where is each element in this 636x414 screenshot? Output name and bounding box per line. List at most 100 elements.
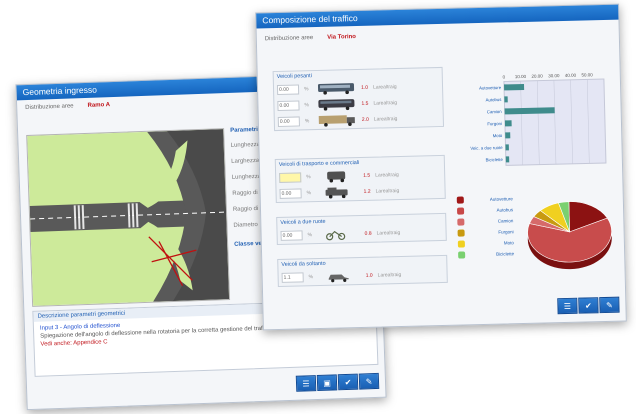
ok-button[interactable]: ✔	[337, 373, 359, 391]
legend-label: Moto	[503, 240, 514, 246]
pie-chart-area: Autovetture Autobus Camion Furgoni Moto Bicic…	[456, 185, 619, 289]
vehicle-group-two-wheel: Veicoli a due ruote 0.00 % 0.8 Larealtra…	[276, 212, 447, 246]
geometry-subtitle-label: Distribuzione aree	[25, 102, 74, 111]
unit-label: %	[307, 232, 313, 239]
row-tag: Larealtraig	[375, 172, 399, 179]
legend-label: Biciclette	[496, 251, 515, 257]
save-button[interactable]: ▣	[316, 374, 338, 392]
percent-input[interactable]: 1.1	[281, 272, 304, 283]
pie-legend: Autovetture Autobus Camion Furgoni Moto Bicic…	[456, 193, 515, 260]
composition-bar-chart: 0 10.00 20.00 30.00 40.00 50.00 Autovetture Aut…	[470, 72, 607, 166]
geometry-button-bar: ☰ ▣ ✔ ✎	[295, 372, 380, 392]
edit-icon: ✎	[365, 376, 373, 386]
param-label: Lunghezza	[231, 173, 262, 181]
ok-button[interactable]: ✔	[578, 297, 599, 314]
unit-label: %	[304, 102, 309, 109]
legend-swatch	[457, 229, 465, 237]
pickup-icon	[325, 187, 348, 199]
x-tick-label: 30.00	[548, 73, 560, 78]
edit-button[interactable]: ✎	[599, 296, 620, 314]
van-icon	[327, 171, 346, 183]
list-icon: ☰	[302, 378, 310, 389]
legend-swatch	[457, 240, 465, 248]
percent-value: 2.0	[361, 116, 369, 123]
category-label: Biciclette	[486, 157, 504, 162]
vehicle-group-cars: Veicoli da soltanto 1.1 % 1.0 Larealtrai…	[277, 254, 448, 288]
bar	[504, 96, 508, 103]
percent-input[interactable]	[279, 172, 302, 183]
bus-icon	[317, 83, 355, 95]
x-tick-label: 10.00	[515, 74, 527, 79]
traffic-button-bar: ☰ ✔ ✎	[557, 296, 620, 315]
vehicle-row: 1.1 % 1.0 Larealtraig	[278, 266, 446, 286]
unit-label: %	[304, 118, 310, 125]
row-tag: Larealtraig	[375, 188, 400, 195]
vehicle-group-heavy: Veicoli pesanti 0.00 % 1.0 Larealtraig 0…	[272, 66, 445, 132]
vehicle-row: 0.00 % 0.8 Larealtraig	[277, 224, 445, 244]
truck-icon	[318, 115, 355, 127]
percent-value: 1.5	[363, 172, 371, 179]
list-icon: ☰	[563, 301, 572, 311]
legend-item: Biciclette	[458, 248, 514, 260]
legend-label: Furgoni	[498, 229, 514, 235]
param-label: Raggio di	[232, 205, 259, 213]
x-tick-label: 50.00	[581, 72, 593, 77]
percent-value: 1.5	[361, 100, 369, 107]
traffic-subtitle-label: Distribuzione aree	[264, 35, 314, 43]
legend-swatch	[456, 207, 465, 215]
bar	[505, 144, 509, 151]
check-icon: ✔	[344, 377, 352, 387]
vehicle-row: 0.00 % 2.0 Larealtraig	[275, 110, 443, 130]
row-tag: Larealtraig	[377, 272, 402, 279]
bar	[505, 132, 511, 139]
percent-input[interactable]: 0.00	[279, 188, 302, 199]
percent-input[interactable]: 0.00	[280, 230, 303, 241]
row-tag: Larealtraig	[376, 230, 401, 237]
legend-swatch	[458, 251, 466, 259]
save-icon: ▣	[323, 378, 331, 388]
unit-label: %	[306, 190, 312, 197]
param-label: Raggio di	[232, 189, 258, 197]
car-icon	[328, 274, 349, 283]
edit-icon: ✎	[605, 300, 613, 310]
row-tag: Larealtraig	[372, 84, 397, 91]
category-label: Autovetture	[479, 85, 502, 91]
param-label: Lunghezza	[230, 141, 261, 149]
traffic-window: Composizione del traffico Distribuzione …	[255, 3, 627, 331]
geometry-subtitle-value: Ramo A	[87, 101, 111, 109]
row-tag: Larealtraig	[373, 116, 398, 123]
unit-label: %	[306, 174, 311, 181]
legend-swatch	[457, 218, 465, 226]
x-tick-label: 40.00	[565, 73, 577, 78]
unit-label: %	[308, 274, 314, 281]
category-label: Furgoni	[487, 121, 502, 126]
category-label: Camion	[487, 109, 503, 114]
x-tick-label: 0	[502, 74, 505, 79]
percent-value: 1.0	[361, 84, 369, 91]
motorcycle-icon	[326, 230, 346, 241]
vehicle-row: 0.00 % 1.2 Larealtraig	[276, 182, 444, 202]
bar	[505, 156, 510, 163]
percent-value: 0.8	[364, 230, 372, 237]
percent-input[interactable]: 0.00	[276, 84, 300, 95]
edit-button[interactable]: ✎	[358, 372, 380, 390]
coach-icon	[318, 99, 355, 111]
percent-input[interactable]: 0.00	[277, 100, 300, 111]
composition-pie-chart	[527, 201, 612, 270]
param-label: Diametro	[233, 222, 258, 229]
category-label: Autobus	[486, 97, 502, 102]
unit-label: %	[303, 86, 309, 93]
legend-label: Autobus	[496, 207, 514, 213]
list-button[interactable]: ☰	[295, 375, 317, 392]
percent-input[interactable]: 0.00	[277, 116, 300, 127]
vehicle-group-commercial: Veicoli di trasporto e commerciali % 1.5…	[274, 154, 446, 204]
legend-swatch	[456, 196, 464, 204]
list-button[interactable]: ☰	[557, 297, 578, 315]
roundabout-map	[26, 128, 231, 307]
traffic-subtitle-value: Via Torino	[327, 34, 357, 41]
param-label: Larghezza	[231, 157, 260, 165]
legend-label: Camion	[497, 218, 514, 224]
percent-value: 1.2	[363, 188, 371, 195]
row-tag: Larealtraig	[373, 100, 398, 107]
category-label: Moto	[493, 133, 503, 138]
